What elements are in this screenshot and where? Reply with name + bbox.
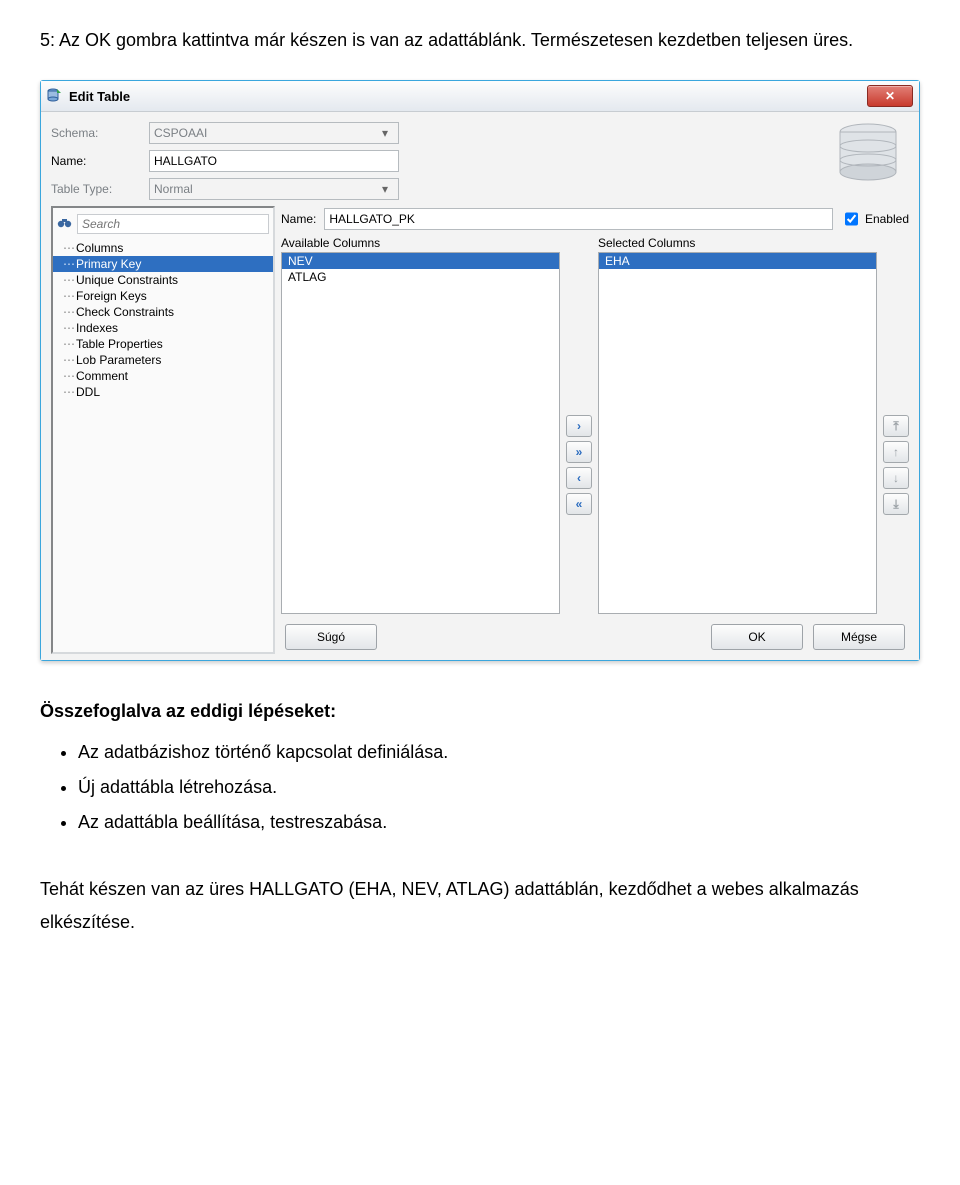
move-top-button[interactable]: ⤒ [883,415,909,437]
tree-item-primary-key[interactable]: ⋯Primary Key [53,256,273,272]
schema-field: CSPOAAI ▾ [149,122,399,144]
doc-intro: 5: Az OK gombra kattintva már készen is … [40,24,920,56]
move-down-button[interactable]: ↓ [883,467,909,489]
tree-item-lob[interactable]: ⋯Lob Parameters [53,352,273,368]
move-right-button[interactable]: › [566,415,592,437]
search-input[interactable] [77,214,269,234]
order-buttons: ⤒ ↑ ↓ ⤓ [883,236,909,614]
available-columns-list[interactable]: NEV ATLAG [281,252,560,614]
summary-heading: Összefoglalva az eddigi lépéseket: [40,701,920,722]
selected-columns-list[interactable]: EHA [598,252,877,614]
list-item: Az adattábla beállítása, testreszabása. [78,812,920,833]
enabled-checkbox-input[interactable] [845,209,858,229]
list-item[interactable]: EHA [599,253,876,269]
move-all-left-button[interactable]: « [566,493,592,515]
close-button[interactable]: ✕ [867,85,913,107]
summary-list: Az adatbázishoz történő kapcsolat defini… [78,742,920,833]
available-columns-label: Available Columns [281,236,560,250]
move-all-right-button[interactable]: » [566,441,592,463]
tabletype-field: Normal ▾ [149,178,399,200]
tree-item-fk[interactable]: ⋯Foreign Keys [53,288,273,304]
move-buttons: › » ‹ « [566,236,592,614]
tree-item-check[interactable]: ⋯Check Constraints [53,304,273,320]
close-icon: ✕ [885,89,895,103]
move-left-button[interactable]: ‹ [566,467,592,489]
dialog-title: Edit Table [69,89,130,104]
chevron-down-icon: ▾ [376,182,394,196]
list-item: Az adatbázishoz történő kapcsolat defini… [78,742,920,763]
titlebar: Edit Table ✕ [41,81,919,112]
pk-name-field[interactable] [324,208,833,230]
name-label: Name: [51,154,139,168]
chevron-down-icon: ▾ [376,126,394,140]
list-item[interactable]: ATLAG [282,269,559,285]
db-large-icon [833,122,903,189]
tree-item-comment[interactable]: ⋯Comment [53,368,273,384]
category-tree-panel: ⋯Columns ⋯Primary Key ⋯Unique Constraint… [51,206,275,654]
move-bottom-button[interactable]: ⤓ [883,493,909,515]
tree-item-columns[interactable]: ⋯Columns [53,240,273,256]
enabled-checkbox[interactable]: Enabled [841,206,909,232]
closing-paragraph: Tehát készen van az üres HALLGATO (EHA, … [40,873,920,938]
list-item: Új adattábla létrehozása. [78,777,920,798]
tree-item-ddl[interactable]: ⋯DDL [53,384,273,400]
move-up-button[interactable]: ↑ [883,441,909,463]
tree-item-indexes[interactable]: ⋯Indexes [53,320,273,336]
tabletype-label: Table Type: [51,182,139,196]
schema-label: Schema: [51,126,139,140]
selected-columns-label: Selected Columns [598,236,877,250]
db-table-icon [47,87,63,106]
help-button[interactable]: Súgó [285,624,377,650]
category-tree[interactable]: ⋯Columns ⋯Primary Key ⋯Unique Constraint… [53,238,273,648]
edit-table-dialog: Edit Table ✕ Schema: CSPOAAI [40,80,920,661]
binocular-icon [57,215,73,234]
tree-item-props[interactable]: ⋯Table Properties [53,336,273,352]
cancel-button[interactable]: Mégse [813,624,905,650]
ok-button[interactable]: OK [711,624,803,650]
list-item[interactable]: NEV [282,253,559,269]
pk-name-label: Name: [281,212,316,226]
tree-item-unique[interactable]: ⋯Unique Constraints [53,272,273,288]
table-name-field[interactable]: HALLGATO [149,150,399,172]
